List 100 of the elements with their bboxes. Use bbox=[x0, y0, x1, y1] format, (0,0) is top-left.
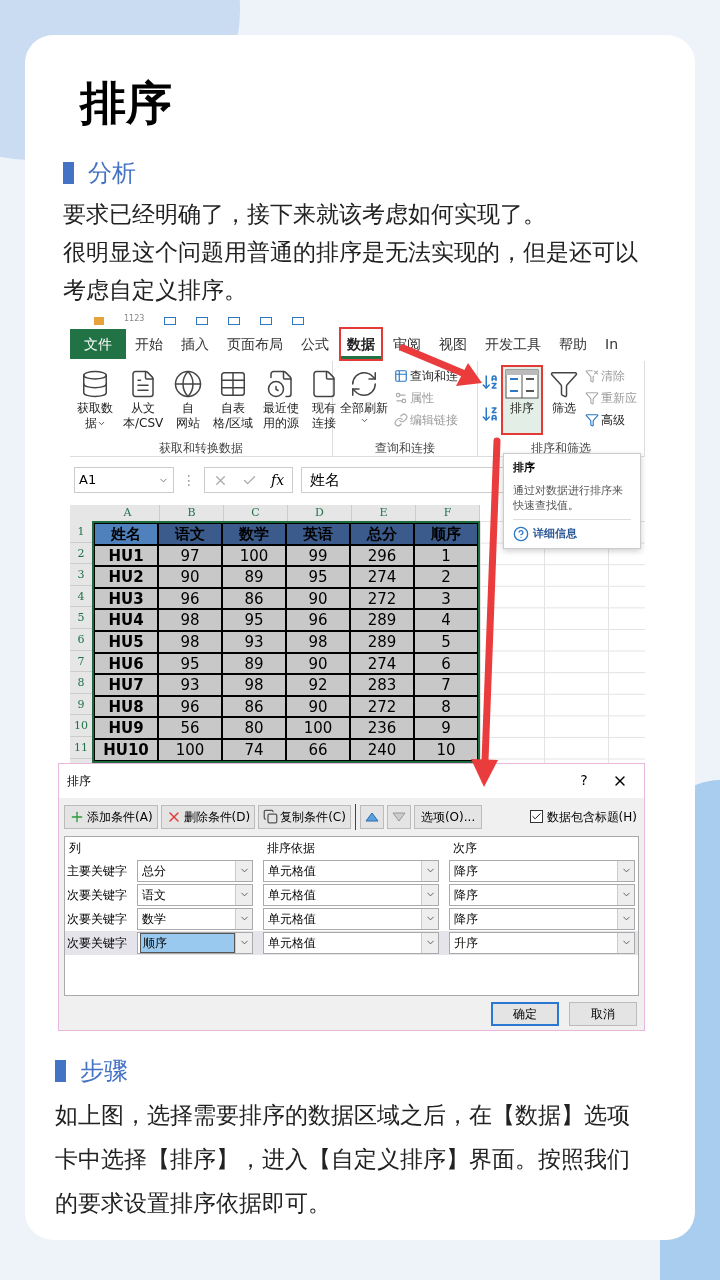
row-header[interactable]: 10 bbox=[70, 715, 92, 737]
toolbar-button[interactable]: 复制条件(C) bbox=[258, 804, 351, 829]
row-header[interactable]: 1 bbox=[70, 521, 92, 543]
sort-level-row[interactable]: 次要关键字 数学 单元格值 降序 bbox=[65, 906, 638, 931]
basis-select[interactable]: 单元格值 bbox=[263, 931, 439, 954]
options-button[interactable]: 选项(O)... bbox=[413, 804, 483, 829]
table-cell: 95 bbox=[222, 609, 286, 631]
table-cell: 272 bbox=[350, 695, 414, 718]
order-select[interactable]: 降序 bbox=[449, 883, 635, 906]
column-header[interactable]: B bbox=[160, 505, 224, 521]
sort-level-row[interactable]: 次要关键字 顺序 单元格值 升序 bbox=[65, 930, 638, 955]
column-select[interactable]: 总分 bbox=[137, 859, 253, 882]
ribbon-button[interactable]: 从文 本/CSV bbox=[119, 365, 168, 435]
table-cell: HU5 bbox=[94, 630, 158, 653]
dialog-button[interactable]: 确定 bbox=[491, 1001, 559, 1026]
checkbox-label[interactable]: 数据包含标题(H) bbox=[546, 807, 637, 826]
ribbon-button[interactable]: 自表 格/区域 bbox=[209, 365, 258, 435]
basis-select[interactable]: 单元格值 bbox=[263, 859, 439, 882]
toolbar-icon[interactable] bbox=[164, 317, 177, 325]
name-box[interactable]: A1 bbox=[74, 467, 174, 493]
page-title: 排序 bbox=[80, 75, 172, 131]
database-icon bbox=[80, 369, 110, 399]
table-cell: 10 bbox=[414, 738, 478, 761]
sort-level-row[interactable]: 次要关键字 语文 单元格值 降序 bbox=[65, 882, 638, 907]
header-cell: 语文 bbox=[158, 523, 222, 545]
column-header[interactable]: C bbox=[224, 505, 288, 521]
ribbon-button[interactable]: 自 网站 bbox=[169, 365, 208, 435]
ribbon-tab[interactable]: 开始 bbox=[127, 327, 171, 361]
dialog-button[interactable]: 取消 bbox=[569, 1001, 637, 1026]
table-cell: HU3 bbox=[94, 587, 158, 610]
ribbon-small-button[interactable]: 查询和连 bbox=[394, 365, 458, 387]
column-header[interactable]: A bbox=[96, 505, 160, 521]
row-header[interactable]: 7 bbox=[70, 650, 92, 673]
toolbar-icon[interactable] bbox=[196, 317, 209, 325]
table-cell: 56 bbox=[158, 717, 222, 739]
row-header[interactable]: 9 bbox=[70, 693, 92, 716]
checkbox[interactable] bbox=[529, 810, 543, 824]
sort-ascending-icon[interactable] bbox=[481, 373, 499, 391]
order-select[interactable]: 降序 bbox=[449, 859, 635, 882]
ribbon-tab[interactable]: 视图 bbox=[431, 327, 475, 361]
heading-bar bbox=[55, 1059, 66, 1082]
group-label: 查询和连接 bbox=[374, 440, 436, 457]
row-header[interactable]: 6 bbox=[70, 628, 92, 651]
column-header[interactable]: D bbox=[288, 505, 352, 521]
caret-icon bbox=[96, 419, 106, 428]
column-heading: 排序依据 bbox=[266, 839, 316, 857]
toolbar-button[interactable]: 删除条件(D) bbox=[160, 804, 256, 829]
sort-level-row[interactable]: 主要关键字 总分 单元格值 降序 bbox=[65, 858, 638, 883]
move-up-button[interactable] bbox=[359, 804, 384, 829]
basis-select[interactable]: 单元格值 bbox=[263, 907, 439, 930]
ribbon-button[interactable]: 全部刷新 bbox=[336, 365, 392, 435]
basis-select[interactable]: 单元格值 bbox=[263, 883, 439, 906]
column-select[interactable]: 顺序 bbox=[137, 931, 253, 954]
ribbon-button[interactable]: 排序 bbox=[501, 365, 543, 435]
ribbon-button[interactable]: 获取数 据 bbox=[73, 365, 117, 435]
toolbar-icon[interactable] bbox=[228, 317, 241, 325]
table-cell: 99 bbox=[286, 544, 350, 567]
ribbon-button[interactable]: 最近使 用的源 bbox=[259, 365, 304, 435]
order-select[interactable]: 降序 bbox=[449, 907, 635, 930]
funnel-icon bbox=[585, 391, 599, 405]
ribbon-tab[interactable]: 帮助 bbox=[551, 327, 595, 361]
table-cell: 3 bbox=[414, 587, 478, 610]
refresh-icon bbox=[349, 369, 379, 399]
column-select[interactable]: 语文 bbox=[137, 883, 253, 906]
ribbon-tab[interactable]: 公式 bbox=[293, 327, 337, 361]
header-cell: 英语 bbox=[286, 523, 350, 545]
row-header[interactable]: 11 bbox=[70, 736, 92, 759]
sort-descending-icon[interactable] bbox=[481, 405, 499, 423]
row-header[interactable]: 2 bbox=[70, 542, 92, 565]
ribbon-tab[interactable]: 数据 bbox=[339, 327, 383, 361]
column-header[interactable]: E bbox=[352, 505, 416, 521]
row-header[interactable]: 3 bbox=[70, 564, 92, 586]
ribbon-tab[interactable]: 插入 bbox=[173, 327, 217, 361]
ribbon-button[interactable]: 筛选 bbox=[545, 365, 583, 435]
toolbar-button[interactable]: 添加条件(A) bbox=[64, 804, 158, 829]
toolbar-icon[interactable] bbox=[292, 317, 305, 325]
table-cell: 95 bbox=[158, 652, 222, 675]
column-header[interactable]: F bbox=[416, 505, 480, 521]
link-icon bbox=[394, 413, 408, 427]
table-cell: 93 bbox=[158, 674, 222, 696]
ribbon-tab[interactable]: 页面布局 bbox=[219, 327, 291, 361]
table-cell: 289 bbox=[350, 630, 414, 653]
help-button[interactable]: ? bbox=[564, 770, 604, 792]
properties-icon bbox=[394, 391, 408, 405]
order-select[interactable]: 升序 bbox=[449, 931, 635, 954]
row-header[interactable]: 8 bbox=[70, 672, 92, 694]
ribbon-tab[interactable]: In bbox=[597, 327, 626, 361]
toolbar-icon[interactable] bbox=[260, 317, 273, 325]
table-cell: 92 bbox=[286, 674, 350, 696]
ribbon-small-button[interactable]: 高级 bbox=[585, 409, 637, 431]
row-header[interactable]: 4 bbox=[70, 585, 92, 608]
more-info-link[interactable]: 详细信息 bbox=[533, 525, 577, 542]
table-cell: 283 bbox=[350, 674, 414, 696]
row-header[interactable]: 5 bbox=[70, 607, 92, 629]
file-tab[interactable]: 文件 bbox=[70, 329, 126, 359]
table-cell: HU6 bbox=[94, 652, 158, 675]
header-cell: 数学 bbox=[222, 523, 286, 545]
function-button[interactable]: fx bbox=[271, 469, 285, 491]
ribbon-tab[interactable]: 开发工具 bbox=[477, 327, 549, 361]
column-select[interactable]: 数学 bbox=[137, 907, 253, 930]
